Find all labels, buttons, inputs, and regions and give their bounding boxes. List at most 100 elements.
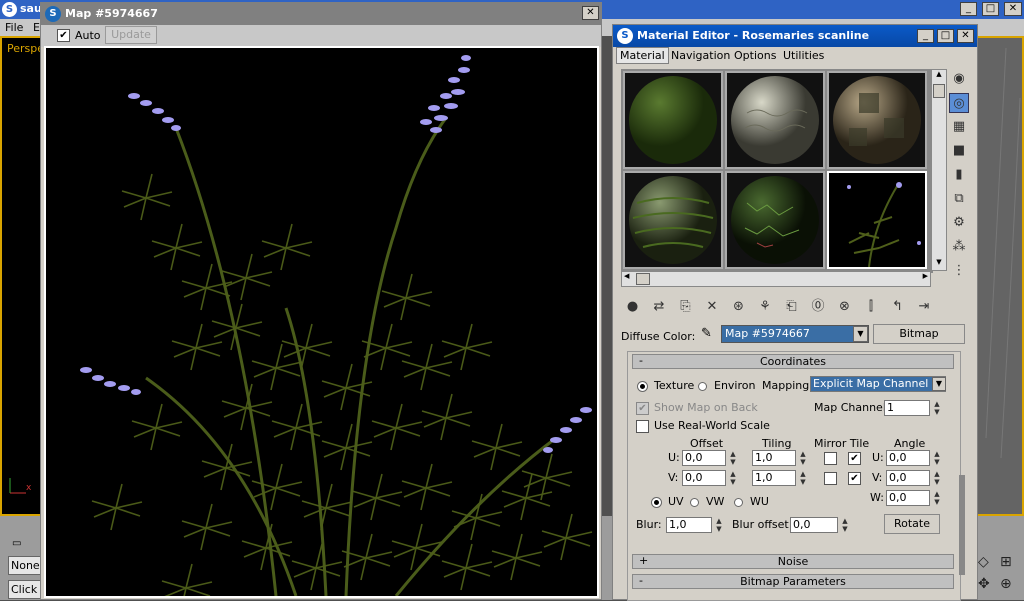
sample-slot[interactable] — [827, 71, 927, 169]
vw-radio[interactable] — [690, 498, 699, 507]
coordinates-rollout-header[interactable]: - Coordinates — [632, 354, 954, 369]
close-button[interactable]: ✕ — [957, 29, 974, 43]
maximize-button[interactable]: □ — [982, 2, 999, 16]
minimize-button[interactable]: _ — [917, 29, 934, 43]
sample-type-icon[interactable]: ◉ — [949, 69, 969, 89]
sample-slot-selected[interactable] — [827, 171, 927, 269]
assign-to-selection-icon[interactable]: ⎘ — [674, 297, 697, 317]
zoom-extents-icon[interactable]: ⊞ — [1000, 554, 1012, 570]
spinner-arrows-icon[interactable]: ▲ ▼ — [840, 517, 850, 533]
map-close-button[interactable]: ✕ — [582, 6, 599, 20]
rotate-button[interactable]: Rotate — [884, 514, 940, 534]
u-mirror-checkbox[interactable] — [824, 452, 837, 465]
map-channel-spinner[interactable]: 1 — [884, 400, 930, 416]
go-to-parent-icon[interactable]: ↰ — [886, 297, 909, 317]
maximize-button[interactable]: □ — [937, 29, 954, 43]
spinner-arrows-icon[interactable]: ▲ ▼ — [798, 470, 808, 486]
close-button[interactable]: ✕ — [1004, 2, 1022, 16]
minimize-button[interactable]: _ — [960, 2, 977, 16]
menu-file[interactable]: File — [5, 21, 23, 34]
scroll-up-icon[interactable]: ▲ — [932, 70, 946, 82]
chevron-down-icon[interactable]: ▼ — [853, 326, 868, 342]
scroll-right-icon[interactable]: ▶ — [923, 272, 928, 280]
spinner-arrows-icon[interactable]: ▲ ▼ — [714, 517, 724, 533]
video-color-check-icon[interactable]: ▮ — [949, 165, 969, 185]
v-angle-spinner[interactable]: 0,0 — [886, 470, 930, 486]
backlight-icon[interactable]: ◎ — [949, 93, 969, 113]
uv-radio[interactable] — [652, 498, 661, 507]
slots-vertical-scrollbar[interactable]: ▲ ▼ — [931, 69, 947, 271]
put-to-library-icon[interactable]: ⎗ — [780, 297, 803, 317]
spinner-arrows-icon[interactable]: ▲ ▼ — [932, 400, 942, 416]
noise-rollout-header[interactable]: + Noise — [632, 554, 954, 569]
make-preview-icon[interactable]: ⧉ — [949, 189, 969, 209]
show-end-result-icon[interactable]: ⫿ — [860, 297, 883, 317]
spinner-arrows-icon[interactable]: ▲ ▼ — [932, 490, 942, 506]
options-icon[interactable]: ⚙ — [949, 213, 969, 233]
wu-radio[interactable] — [734, 498, 743, 507]
bitmap-type-button[interactable]: Bitmap — [873, 324, 965, 344]
update-button[interactable]: Update — [105, 26, 157, 44]
blur-offset-spinner[interactable]: 0,0 — [790, 517, 838, 533]
v-tiling-spinner[interactable]: 1,0 — [752, 470, 796, 486]
spinner-arrows-icon[interactable]: ▲ ▼ — [932, 470, 942, 486]
make-unique-icon[interactable]: ⊛ — [727, 297, 750, 317]
orbit-icon[interactable]: ⊕ — [1000, 576, 1012, 592]
viewport-nav-icon[interactable]: ◇ — [978, 554, 989, 570]
get-material-icon[interactable]: ● — [621, 297, 644, 317]
slots-horizontal-scrollbar[interactable]: ◀ ▶ — [621, 271, 931, 287]
menu-navigation[interactable]: Navigation — [671, 49, 730, 62]
perspective-viewport[interactable]: Perspe x — [0, 36, 44, 516]
texture-radio[interactable] — [638, 382, 647, 391]
menu-material[interactable]: Material — [616, 47, 669, 64]
selection-dropdown[interactable]: None — [8, 556, 42, 575]
spinner-arrows-icon[interactable]: ▲ ▼ — [932, 450, 942, 466]
right-viewport[interactable] — [976, 36, 1024, 516]
blur-spinner[interactable]: 1,0 — [666, 517, 712, 533]
material-editor-titlebar[interactable]: S Material Editor - Rosemaries scanline … — [613, 25, 977, 47]
chevron-down-icon[interactable]: ▼ — [932, 377, 946, 391]
spinner-arrows-icon[interactable]: ▲ ▼ — [798, 450, 808, 466]
show-in-viewport-icon[interactable]: ⊗ — [833, 297, 856, 317]
sample-slot[interactable] — [623, 171, 723, 269]
delete-icon[interactable]: ✕ — [701, 297, 724, 317]
copy-material-icon[interactable]: ⚘ — [754, 297, 777, 317]
go-forward-icon[interactable]: ⇥ — [913, 297, 936, 317]
scroll-thumb[interactable] — [636, 273, 650, 285]
spinner-arrows-icon[interactable]: ▲ ▼ — [728, 450, 738, 466]
material-map-navigator-icon[interactable]: ⋮ — [949, 261, 969, 281]
menu-options[interactable]: Options — [734, 49, 776, 62]
background-checker-icon[interactable]: ▦ — [949, 117, 969, 137]
u-angle-spinner[interactable]: 0,0 — [886, 450, 930, 466]
scroll-down-icon[interactable]: ▼ — [932, 258, 946, 270]
material-id-icon[interactable]: ⓪ — [807, 297, 830, 317]
scroll-left-icon[interactable]: ◀ — [624, 272, 629, 280]
v-mirror-checkbox[interactable] — [824, 472, 837, 485]
rollout-scrollbar[interactable] — [959, 475, 965, 575]
put-to-scene-icon[interactable]: ⇄ — [648, 297, 671, 317]
bitmap-parameters-rollout-header[interactable]: - Bitmap Parameters — [632, 574, 954, 589]
pan-icon[interactable]: ✥ — [978, 576, 990, 592]
map-name-field[interactable]: Map #5974667 — [721, 325, 869, 343]
real-world-scale-checkbox[interactable] — [636, 420, 649, 433]
spinner-arrows-icon[interactable]: ▲ ▼ — [728, 470, 738, 486]
auto-checkbox[interactable]: ✔ — [57, 29, 70, 42]
mapping-dropdown[interactable]: Explicit Map Channel — [810, 376, 946, 392]
select-by-material-icon[interactable]: ⁂ — [949, 237, 969, 257]
eyedropper-icon[interactable]: ✎ — [701, 326, 712, 341]
scroll-thumb[interactable] — [933, 84, 945, 98]
viewport-label[interactable]: Perspe — [7, 42, 44, 55]
sample-uv-tiling-icon[interactable]: ■ — [949, 141, 969, 161]
sample-slot[interactable] — [623, 71, 723, 169]
v-offset-spinner[interactable]: 0,0 — [682, 470, 726, 486]
environ-radio[interactable] — [698, 382, 707, 391]
menu-edit[interactable]: E — [33, 21, 40, 34]
u-tiling-spinner[interactable]: 1,0 — [752, 450, 796, 466]
show-map-on-back-checkbox[interactable]: ✔ — [636, 402, 649, 415]
v-tile-checkbox[interactable]: ✔ — [848, 472, 861, 485]
w-angle-spinner[interactable]: 0,0 — [886, 490, 930, 506]
sample-slot[interactable] — [725, 171, 825, 269]
u-tile-checkbox[interactable]: ✔ — [848, 452, 861, 465]
menu-utilities[interactable]: Utilities — [783, 49, 824, 62]
u-offset-spinner[interactable]: 0,0 — [682, 450, 726, 466]
